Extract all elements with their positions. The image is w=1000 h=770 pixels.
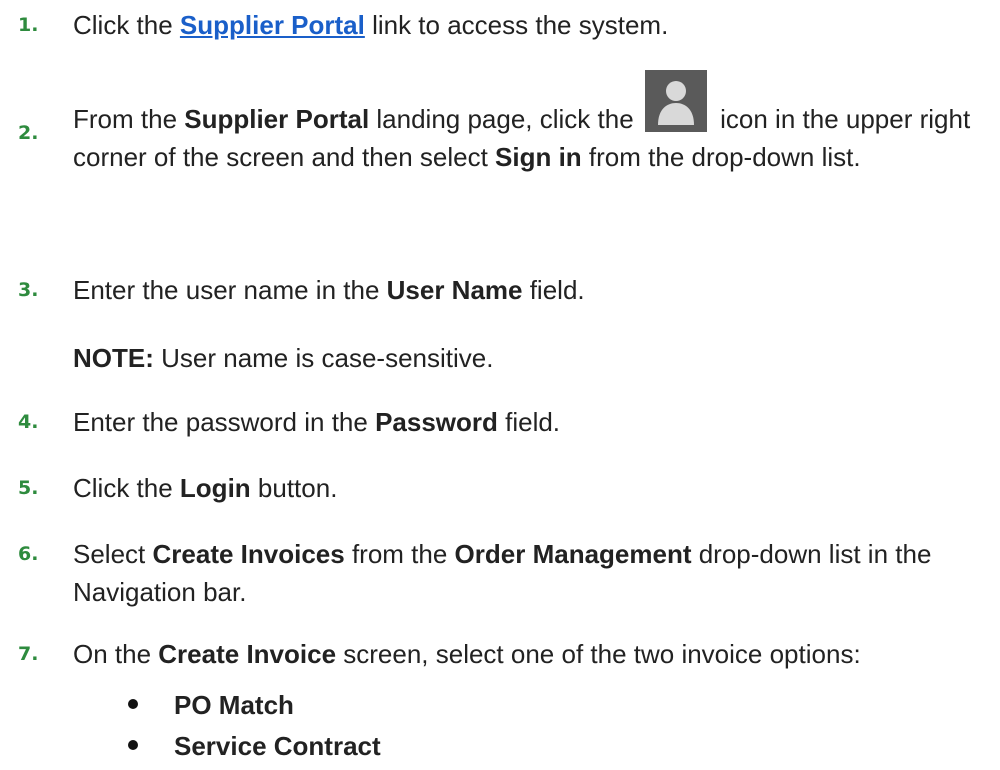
bullet-icon [128, 699, 138, 710]
text-segment: link to access the system. [364, 10, 669, 40]
option-po-match: PO Match [128, 686, 294, 724]
text-segment: On the [73, 639, 159, 669]
text-segment: field. [522, 275, 585, 305]
step-number: 6. [18, 543, 39, 565]
step-number: 3. [18, 279, 39, 301]
bold-term: Supplier Portal [184, 104, 370, 134]
text-segment: landing page, click the [369, 104, 641, 134]
step-text: From the Supplier Portal landing page, c… [73, 70, 978, 176]
step-number: 2. [18, 122, 39, 144]
step-number: 4. [18, 411, 39, 433]
note: NOTE: User name is case-sensitive. [73, 339, 493, 377]
text-segment: From the [73, 104, 185, 134]
text-segment: from the [344, 539, 455, 569]
text-segment: from the drop-down list. [581, 142, 861, 172]
bold-term: Create Invoices [152, 539, 345, 569]
text-segment: Click the [73, 10, 180, 40]
step-text: Click the Supplier Portal link to access… [73, 6, 978, 44]
bullet-icon [128, 740, 138, 751]
text-segment: Select [73, 539, 153, 569]
step-text: Click the Login button. [73, 469, 978, 507]
step-text: Select Create Invoices from the Order Ma… [73, 535, 978, 611]
note-label: NOTE: [73, 343, 154, 373]
step-text: Enter the user name in the User Name fie… [73, 271, 978, 309]
step-text: Enter the password in the Password field… [73, 403, 978, 441]
bold-term: Sign in [495, 142, 582, 172]
text-segment: screen, select one of the two invoice op… [336, 639, 861, 669]
step-number: 1. [18, 14, 39, 36]
option-label: Service Contract [174, 731, 381, 761]
bold-term: Create Invoice [158, 639, 337, 669]
step-number: 5. [18, 477, 39, 499]
bold-term: Order Management [454, 539, 692, 569]
user-avatar-icon [644, 70, 707, 132]
text-segment: Click the [73, 473, 180, 503]
bold-term: Password [375, 407, 498, 437]
text-segment: field. [497, 407, 561, 437]
option-label: PO Match [174, 690, 294, 720]
text-segment: button. [250, 473, 338, 503]
text-segment: Enter the user name in the [73, 275, 387, 305]
text-segment: Enter the password in the [73, 407, 376, 437]
bold-term: User Name [386, 275, 523, 305]
option-service-contract: Service Contract [128, 727, 381, 765]
step-text: On the Create Invoice screen, select one… [73, 635, 978, 673]
supplier-portal-link[interactable]: Supplier Portal [180, 10, 365, 40]
note-text: User name is case-sensitive. [153, 343, 494, 373]
bold-term: Login [179, 473, 251, 503]
step-number: 7. [18, 643, 39, 665]
